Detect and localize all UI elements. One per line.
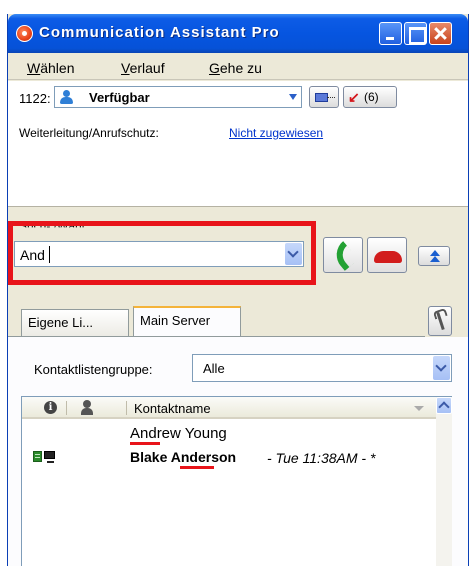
header-separator: [126, 401, 127, 415]
title-bar[interactable]: Communication Assistant Pro: [8, 14, 468, 53]
contact-name-rest: erson: [197, 449, 237, 465]
presence-dropdown[interactable]: Verfügbar: [54, 86, 302, 108]
missed-call-icon: ↙: [348, 89, 360, 105]
menu-mnemonic: V: [121, 60, 130, 76]
settings-button[interactable]: [428, 306, 452, 336]
header-separator: [66, 401, 67, 415]
app-window: Communication Assistant Pro Wählen Verla…: [7, 14, 469, 566]
contact-list: i Kontaktname Andrew Young Blake Anderso…: [21, 396, 452, 566]
tab-eigene-liste[interactable]: Eigene Li...: [21, 309, 129, 336]
forwarding-link[interactable]: Nicht zugewiesen: [229, 126, 323, 140]
contact-status-time: - Tue 11:38AM - *: [267, 450, 376, 466]
close-button[interactable]: [429, 22, 452, 45]
tab-strip: Eigene Li... Main Server: [8, 292, 468, 337]
window-title: Communication Assistant Pro: [39, 24, 280, 41]
sort-arrow-icon: [414, 406, 424, 411]
menu-label-rest: ehe zu: [219, 60, 262, 76]
minimize-button[interactable]: [379, 22, 402, 45]
forwarding-label: Weiterleitung/Anrufschutz:: [19, 126, 159, 140]
scroll-up-button[interactable]: [436, 397, 452, 414]
group-select[interactable]: Alle: [192, 354, 452, 382]
column-header-name[interactable]: Kontaktname: [134, 401, 211, 416]
menu-mnemonic: W: [27, 60, 41, 76]
contact-name-rest: Young: [180, 425, 227, 442]
list-item[interactable]: Blake Anderson - Tue 11:38AM - *: [22, 445, 436, 469]
group-value: Alle: [203, 361, 225, 376]
menu-bar: Wählen Verlauf Gehe zu: [8, 54, 468, 80]
list-item[interactable]: Andrew Young: [22, 421, 436, 445]
hangup-button[interactable]: [367, 237, 407, 273]
expand-button[interactable]: [418, 246, 450, 266]
chevron-down-icon[interactable]: [433, 356, 450, 380]
menu-mnemonic: G: [209, 60, 220, 76]
scrollbar[interactable]: [436, 397, 452, 566]
desk-phone-icon: [33, 451, 42, 462]
voicemail-icon: [315, 93, 335, 102]
missed-calls-count: (6): [364, 90, 379, 104]
presence-person-icon: [59, 90, 73, 104]
missed-calls-button[interactable]: ↙ (6): [343, 86, 397, 108]
contact-name: Blake Anderson: [130, 449, 236, 465]
extension-label: 1122:: [19, 91, 51, 106]
menu-waehlen[interactable]: Wählen: [27, 60, 74, 76]
search-input[interactable]: And: [14, 241, 304, 267]
group-label: Kontaktlistengruppe:: [34, 362, 153, 377]
wrench-icon: [436, 311, 445, 331]
maximize-button[interactable]: [404, 22, 427, 45]
call-icon: [329, 241, 359, 271]
hangup-icon: [374, 251, 402, 263]
call-button[interactable]: [323, 237, 363, 273]
menu-verlauf[interactable]: Verlauf: [121, 60, 165, 76]
expand-icon-lower: [430, 256, 440, 262]
match-underline: [180, 466, 214, 469]
menu-label-rest: ählen: [40, 60, 75, 76]
contact-name-match: And: [170, 449, 198, 465]
text-caret: [49, 246, 50, 263]
info-icon[interactable]: i: [44, 401, 57, 414]
device-icons: [33, 450, 57, 464]
contact-name-match: Andrew: [130, 425, 181, 442]
voicemail-button[interactable]: [309, 86, 339, 108]
dropdown-arrow-icon: [289, 94, 297, 100]
person-icon[interactable]: [80, 400, 94, 415]
search-value: And: [20, 247, 45, 263]
app-icon: [16, 25, 33, 42]
search-dropdown-button[interactable]: [285, 243, 302, 265]
status-panel: 1122: Verfügbar ↙ (6) Weiterleitung/Anru…: [8, 81, 468, 207]
menu-gehe-zu[interactable]: Gehe zu: [209, 60, 262, 76]
contact-name-first: Blake: [130, 449, 171, 465]
list-header: i Kontaktname: [22, 397, 436, 419]
menu-label-rest: erlauf: [129, 60, 165, 76]
presence-value: Verfügbar: [89, 90, 150, 105]
tab-main-server[interactable]: Main Server: [133, 306, 241, 337]
contact-name: Andrew Young: [130, 425, 227, 442]
computer-icon: [44, 451, 55, 463]
